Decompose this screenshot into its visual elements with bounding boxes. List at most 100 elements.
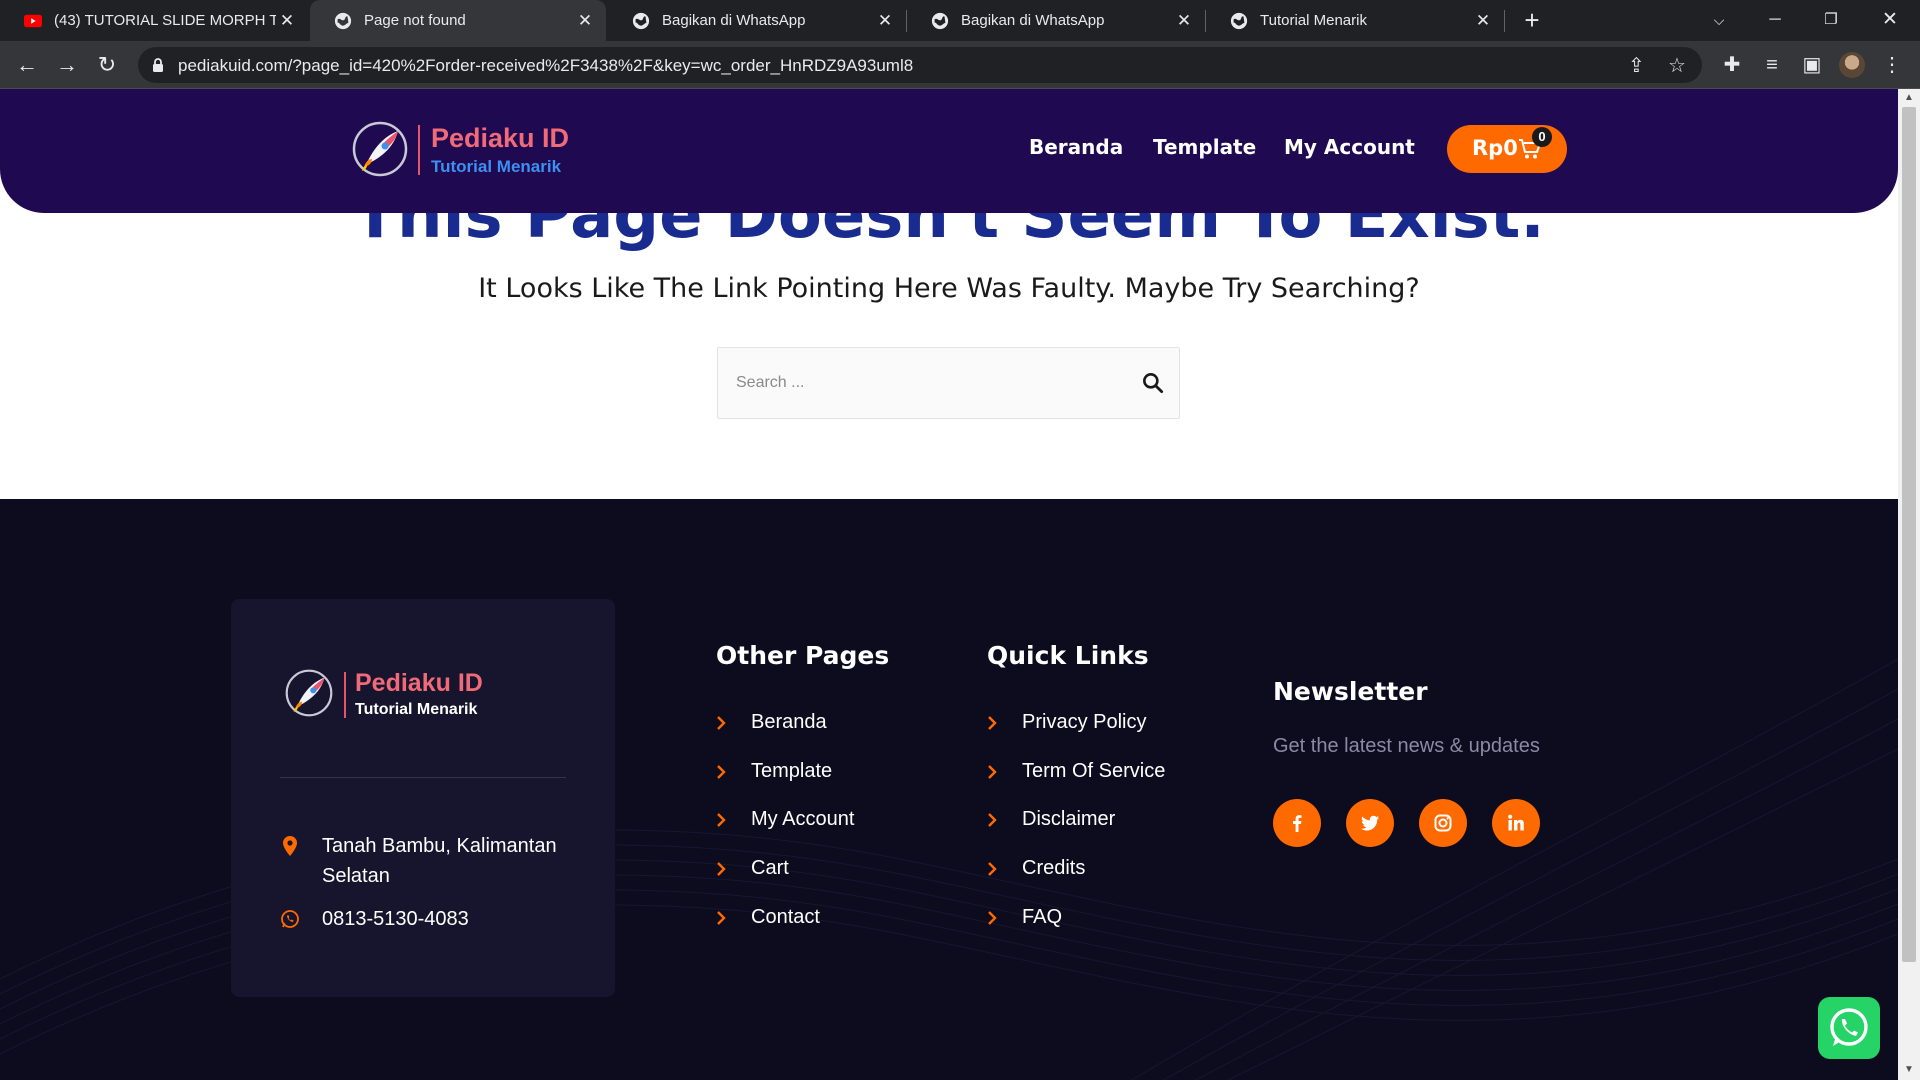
site-footer: Pediaku ID Tutorial Menarik Tanah Bambu,… xyxy=(0,499,1898,1080)
browser-tab[interactable]: Bagikan di WhatsApp ✕ xyxy=(907,0,1205,41)
nav-link-my-account[interactable]: My Account xyxy=(1284,135,1415,159)
browser-tab[interactable]: Tutorial Menarik ✕ xyxy=(1206,0,1504,41)
browser-tab-active[interactable]: Page not found ✕ xyxy=(310,0,606,41)
logo-tagline: Tutorial Menarik xyxy=(431,157,562,176)
tab-title: Page not found xyxy=(364,12,466,29)
chevron-right-icon xyxy=(717,910,726,925)
footer-link-label: Credits xyxy=(1022,857,1086,879)
close-tab-icon[interactable]: ✕ xyxy=(276,11,298,31)
cart-amount: Rp0 xyxy=(1472,136,1518,160)
tab-separator xyxy=(1504,10,1505,32)
search-input[interactable] xyxy=(736,368,1116,398)
chevron-right-icon xyxy=(717,764,726,779)
chevron-right-icon xyxy=(988,910,997,925)
youtube-icon xyxy=(24,14,42,27)
footer-link-template[interactable]: Template xyxy=(716,760,832,783)
footer-link-label: FAQ xyxy=(1022,906,1063,928)
address-text: Tanah Bambu, Kalimantan Selatan xyxy=(322,835,557,887)
close-tab-icon[interactable]: ✕ xyxy=(574,11,596,31)
tab-title: (43) TUTORIAL SLIDE MORPH TRANSISI xyxy=(54,12,276,29)
globe-icon xyxy=(1230,12,1248,29)
minimize-button[interactable]: ─ xyxy=(1747,0,1803,41)
reload-button[interactable]: ↻ xyxy=(93,51,121,79)
footer-logo[interactable]: Pediaku ID Tutorial Menarik xyxy=(285,669,495,721)
side-panel-icon[interactable]: ▣ xyxy=(1798,51,1826,79)
restore-button[interactable]: ❐ xyxy=(1803,0,1859,41)
footer-link-beranda[interactable]: Beranda xyxy=(716,711,827,734)
lock-icon xyxy=(153,58,163,72)
profile-avatar[interactable] xyxy=(1839,52,1865,78)
footer-link-privacy-policy[interactable]: Privacy Policy xyxy=(987,711,1146,734)
bookmark-star-icon[interactable]: ☆ xyxy=(1668,53,1686,78)
footer-link-faq[interactable]: FAQ xyxy=(987,906,1062,929)
nav-link-beranda[interactable]: Beranda xyxy=(1029,135,1123,159)
globe-icon xyxy=(632,12,650,29)
instagram-button[interactable] xyxy=(1419,799,1467,847)
extensions-puzzle-icon[interactable]: ✚ xyxy=(1718,51,1746,79)
chevron-right-icon xyxy=(988,764,997,779)
rocket-logo-icon xyxy=(352,121,408,177)
footer-link-my-account[interactable]: My Account xyxy=(716,808,854,831)
tab-title: Tutorial Menarik xyxy=(1260,12,1367,29)
footer-link-term-of-service[interactable]: Term Of Service xyxy=(987,760,1165,783)
newsletter-subtitle: Get the latest news & updates xyxy=(1273,735,1540,757)
whatsapp-float-button[interactable] xyxy=(1818,997,1880,1059)
logo-divider xyxy=(418,125,420,175)
scroll-up-arrow-icon[interactable]: ▲ xyxy=(1898,92,1920,103)
tab-search-chevron-icon[interactable]: ⌵ xyxy=(1691,0,1747,41)
back-button[interactable]: ← xyxy=(13,51,41,79)
close-tab-icon[interactable]: ✕ xyxy=(1173,11,1195,31)
footer-link-contact[interactable]: Contact xyxy=(716,906,820,929)
quick-links-heading: Quick Links xyxy=(987,641,1149,670)
logo-divider xyxy=(344,672,346,718)
scrollbar-thumb[interactable] xyxy=(1902,107,1916,962)
footer-logo-name: Pediaku ID xyxy=(355,669,483,697)
cart-button[interactable]: Rp0 0 xyxy=(1447,125,1567,173)
footer-link-cart[interactable]: Cart xyxy=(716,857,789,880)
search-form xyxy=(717,347,1180,419)
chevron-right-icon xyxy=(988,861,997,876)
share-icon[interactable]: ⇪ xyxy=(1628,53,1645,78)
chevron-right-icon xyxy=(717,861,726,876)
globe-icon xyxy=(931,12,949,29)
footer-info-card: Pediaku ID Tutorial Menarik Tanah Bambu,… xyxy=(231,599,615,997)
search-icon[interactable] xyxy=(1140,370,1166,396)
site-logo[interactable]: Pediaku ID Tutorial Menarik xyxy=(352,121,582,179)
footer-link-disclaimer[interactable]: Disclaimer xyxy=(987,808,1115,831)
browser-tab[interactable]: (43) TUTORIAL SLIDE MORPH TRANSISI ✕ xyxy=(0,0,308,41)
footer-link-credits[interactable]: Credits xyxy=(987,857,1085,880)
footer-link-label: My Account xyxy=(751,808,855,830)
menu-kebab-icon[interactable]: ⋮ xyxy=(1878,51,1906,79)
footer-link-label: Template xyxy=(751,760,833,782)
linkedin-icon xyxy=(1508,814,1524,831)
twitter-button[interactable] xyxy=(1346,799,1394,847)
facebook-button[interactable] xyxy=(1273,799,1321,847)
footer-link-label: Privacy Policy xyxy=(1022,711,1147,733)
nav-link-template[interactable]: Template xyxy=(1153,135,1256,159)
media-queue-icon[interactable]: ≡ xyxy=(1758,51,1786,79)
twitter-icon xyxy=(1361,815,1379,831)
whatsapp-icon xyxy=(1830,1008,1868,1046)
footer-logo-tagline: Tutorial Menarik xyxy=(355,701,478,718)
globe-icon xyxy=(334,12,352,29)
scroll-down-arrow-icon[interactable]: ▼ xyxy=(1898,1064,1920,1075)
page-subtitle: It Looks Like The Link Pointing Here Was… xyxy=(478,273,1420,304)
address-bar[interactable]: pediakuid.com/?page_id=420%2Forder-recei… xyxy=(138,47,1702,83)
chevron-right-icon xyxy=(717,715,726,730)
browser-toolbar: ← → ↻ pediakuid.com/?page_id=420%2Forder… xyxy=(0,41,1920,89)
footer-link-label: Contact xyxy=(751,906,820,928)
other-pages-heading: Other Pages xyxy=(716,641,890,670)
linkedin-button[interactable] xyxy=(1492,799,1540,847)
close-tab-icon[interactable]: ✕ xyxy=(1472,11,1494,31)
card-divider xyxy=(280,777,566,778)
browser-tab[interactable]: Bagikan di WhatsApp ✕ xyxy=(608,0,906,41)
web-page: This Page Doesn't Seem To Exist. It Look… xyxy=(0,89,1898,1080)
phone-text[interactable]: 0813-5130-4083 xyxy=(322,904,572,934)
forward-button[interactable]: → xyxy=(53,51,81,79)
new-tab-button[interactable]: + xyxy=(1517,6,1547,36)
page-scrollbar[interactable]: ▲ ▼ xyxy=(1898,89,1920,1080)
tab-title: Bagikan di WhatsApp xyxy=(662,12,806,29)
rocket-logo-icon xyxy=(285,669,333,717)
close-window-button[interactable]: ✕ xyxy=(1862,0,1918,41)
close-tab-icon[interactable]: ✕ xyxy=(874,11,896,31)
